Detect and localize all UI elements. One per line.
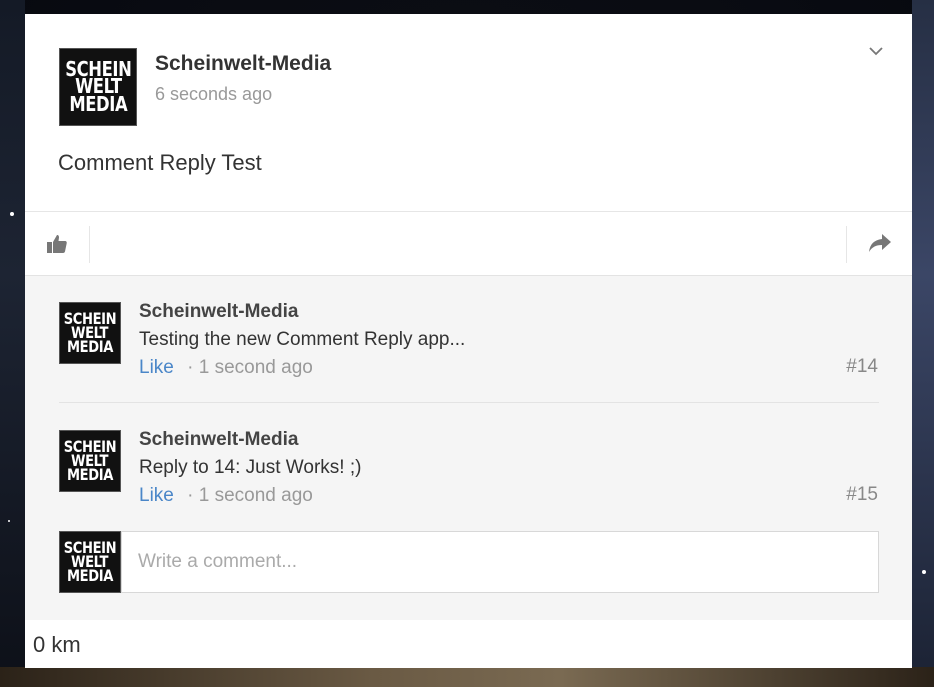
avatar-logo-line: MEDIA — [67, 465, 113, 485]
share-icon[interactable] — [867, 230, 893, 256]
comment-number[interactable]: #15 — [846, 484, 878, 506]
comment-meta: Like · 1 second ago — [139, 485, 313, 507]
background-star — [10, 212, 14, 216]
comment-time[interactable]: · 1 second ago — [187, 357, 313, 378]
comment-composer: SCHEIN WELT MEDIA — [59, 531, 879, 595]
comment-avatar[interactable]: SCHEIN WELT MEDIA — [59, 302, 121, 364]
comment-like-link[interactable]: Like — [139, 485, 174, 506]
comment-time[interactable]: · 1 second ago — [187, 485, 313, 506]
composer-avatar: SCHEIN WELT MEDIA — [59, 531, 121, 593]
comment-input[interactable] — [121, 531, 879, 593]
post-author-name[interactable]: Scheinwelt-Media — [155, 52, 331, 76]
comment-text: Testing the new Comment Reply app... — [139, 329, 466, 350]
background-bottom-strip — [0, 667, 934, 687]
post-timestamp[interactable]: 6 seconds ago — [155, 84, 272, 105]
post-text: Comment Reply Test — [58, 150, 262, 175]
distance-label: 0 km — [33, 632, 81, 657]
background-star — [922, 570, 926, 574]
comment-divider — [59, 402, 879, 403]
comment-number[interactable]: #14 — [846, 356, 878, 378]
post-actions-bar — [25, 211, 912, 275]
comment-like-link[interactable]: Like — [139, 357, 174, 378]
post-card: SCHEIN WELT MEDIA Scheinwelt-Media 6 sec… — [25, 14, 912, 668]
chevron-down-icon[interactable] — [867, 42, 885, 60]
background-star — [8, 520, 10, 522]
comment-author[interactable]: Scheinwelt-Media — [139, 301, 298, 323]
comment-meta: Like · 1 second ago — [139, 357, 313, 379]
author-avatar[interactable]: SCHEIN WELT MEDIA — [59, 48, 137, 126]
comment-text: Reply to 14: Just Works! ;) — [139, 457, 362, 478]
comment-author[interactable]: Scheinwelt-Media — [139, 429, 298, 451]
background-left-strip — [0, 0, 25, 687]
divider — [846, 226, 847, 263]
avatar-logo-line: MEDIA — [67, 566, 113, 586]
comments-section: SCHEIN WELT MEDIA Scheinwelt-Media Testi… — [25, 275, 912, 620]
thumbs-up-icon[interactable] — [45, 232, 69, 256]
background-right-strip — [912, 0, 934, 687]
comment-avatar[interactable]: SCHEIN WELT MEDIA — [59, 430, 121, 492]
avatar-logo-line: MEDIA — [69, 91, 127, 116]
divider — [89, 226, 90, 263]
avatar-logo-line: MEDIA — [67, 337, 113, 357]
post-header: SCHEIN WELT MEDIA Scheinwelt-Media 6 sec… — [25, 14, 912, 212]
